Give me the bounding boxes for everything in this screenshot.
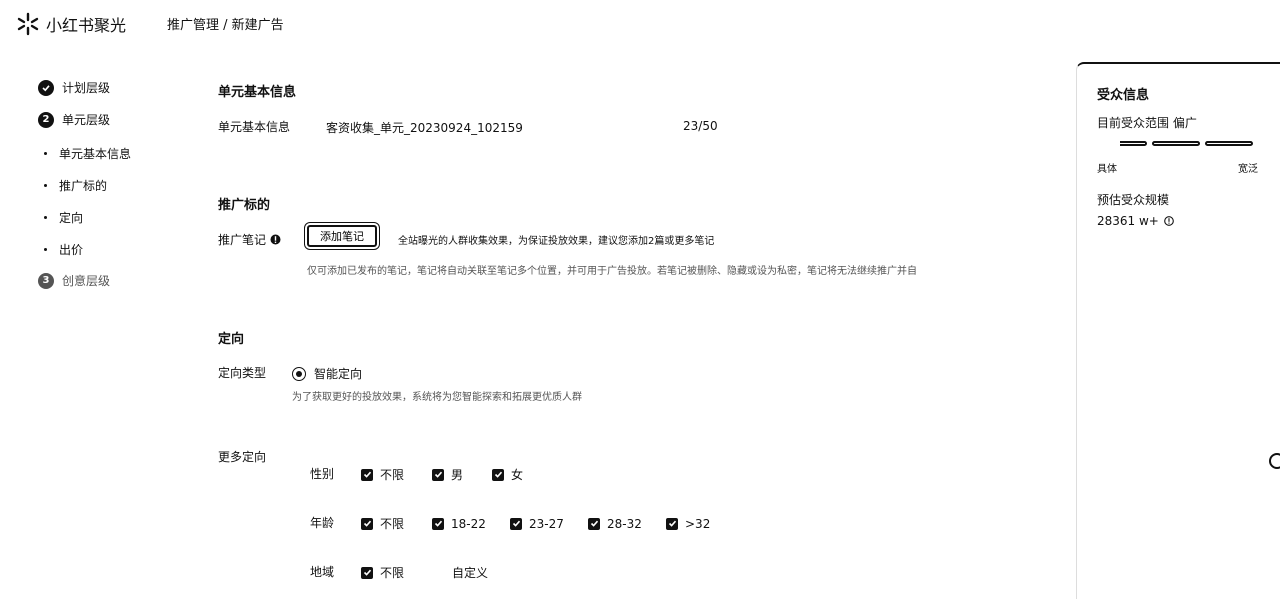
brand-logo[interactable]: 小红书聚光: [16, 12, 126, 36]
checkbox-checked-icon: [361, 468, 373, 481]
checkbox-checked-icon: [492, 468, 504, 481]
help-float-icon[interactable]: [1269, 453, 1280, 469]
direction-type-hint: 为了获取更好的投放效果，系统将为您智能探索和拓展更优质人群: [292, 392, 582, 403]
substep-target[interactable]: 推广标的: [44, 177, 107, 194]
bullet-icon: [44, 184, 47, 187]
substep-direction[interactable]: 定向: [44, 209, 83, 226]
gender-options: 不限 男 女: [361, 466, 523, 483]
bullet-icon: [44, 152, 47, 155]
age-label: 年龄: [310, 516, 335, 530]
step-plan-level[interactable]: 计划层级: [38, 79, 110, 96]
age-option-28-32[interactable]: 28-32: [588, 517, 666, 531]
checkbox-checked-icon: [432, 468, 444, 481]
unit-name-input[interactable]: 客资收集_单元_20230924_102159: [326, 119, 523, 136]
range-segment: [1205, 141, 1253, 146]
audience-range-meter: [1120, 141, 1256, 146]
checkbox-checked-icon: [588, 517, 600, 530]
checkbox-checked-icon: [361, 566, 373, 579]
info-icon[interactable]: [1164, 216, 1174, 226]
age-option-over-32[interactable]: >32: [666, 517, 710, 531]
scale-left-label: 具体: [1097, 164, 1117, 175]
logo-sparkle-icon: [17, 12, 39, 36]
unit-name-label: 单元基本信息: [218, 120, 291, 134]
smart-direction-radio[interactable]: 智能定向: [292, 365, 362, 382]
note-label: 推广笔记: [218, 233, 267, 247]
age-option-23-27[interactable]: 23-27: [510, 517, 588, 531]
audience-estimate: 28361 w+: [1097, 214, 1174, 228]
section-unit-info-title: 单元基本信息: [218, 85, 297, 100]
scale-right-label: 宽泛: [1238, 164, 1258, 175]
bullet-icon: [44, 216, 47, 219]
direction-type-label: 定向类型: [218, 366, 267, 380]
unit-name-counter: 23/50: [683, 119, 718, 133]
more-direction-label: 更多定向: [218, 450, 267, 464]
step-number-icon: 3: [38, 272, 54, 289]
region-option-any[interactable]: 不限: [361, 564, 452, 581]
add-note-button[interactable]: 添加笔记: [307, 225, 377, 247]
audience-range-label: 目前受众范围 偏广: [1097, 116, 1197, 130]
gender-option-any[interactable]: 不限: [361, 466, 432, 483]
note-field: 推广笔记: [218, 231, 281, 248]
add-note-tip: 全站曝光的人群收集效果，为保证投放效果，建议您添加2篇或更多笔记: [398, 236, 715, 247]
gender-option-female[interactable]: 女: [492, 466, 523, 483]
region-label: 地域: [310, 565, 335, 579]
section-direction-title: 定向: [218, 332, 245, 347]
gender-label: 性别: [310, 467, 335, 481]
step-unit-level[interactable]: 2 单元层级: [38, 111, 110, 128]
step-creative-level[interactable]: 3 创意层级: [38, 272, 110, 289]
brand-name: 小红书聚光: [46, 16, 127, 35]
gender-option-male[interactable]: 男: [432, 466, 492, 483]
checkbox-checked-icon: [666, 517, 678, 530]
range-segment: [1152, 141, 1200, 146]
note-hint: 仅可添加已发布的笔记，笔记将自动关联至笔记多个位置，并可用于广告投放。若笔记被删…: [307, 266, 917, 277]
step-number-icon: 2: [38, 111, 54, 128]
checkbox-checked-icon: [432, 517, 444, 530]
audience-estimate-value: 28361 w+: [1097, 214, 1159, 228]
audience-title: 受众信息: [1097, 88, 1150, 103]
section-target-title: 推广标的: [218, 198, 271, 213]
checkbox-checked-icon: [361, 517, 373, 530]
info-icon[interactable]: [270, 234, 281, 245]
substep-unit-info[interactable]: 单元基本信息: [44, 145, 131, 162]
region-options: 不限 自定义: [361, 564, 488, 581]
region-option-custom[interactable]: 自定义: [452, 564, 488, 581]
substep-bid[interactable]: 出价: [44, 241, 83, 258]
range-segment: [1120, 141, 1147, 146]
step-done-icon: [38, 79, 54, 96]
radio-selected-icon: [292, 366, 306, 381]
age-option-18-22[interactable]: 18-22: [432, 517, 510, 531]
bullet-icon: [44, 248, 47, 251]
breadcrumb: 推广管理 / 新建广告: [167, 18, 284, 33]
checkbox-checked-icon: [510, 517, 522, 530]
age-options: 不限 18-22 23-27 28-32 >32: [361, 515, 710, 532]
audience-estimate-label: 预估受众规模: [1097, 193, 1170, 207]
age-option-any[interactable]: 不限: [361, 515, 432, 532]
